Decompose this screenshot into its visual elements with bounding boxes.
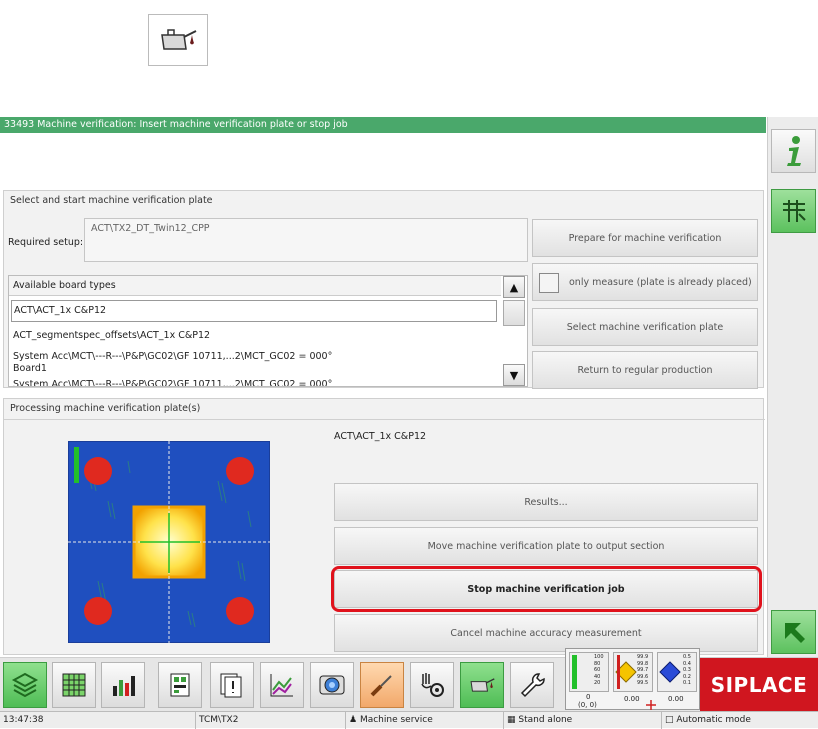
task-button-verification[interactable] bbox=[460, 662, 504, 708]
auto-mode-icon: □ bbox=[665, 715, 674, 725]
task-button-grid[interactable] bbox=[52, 662, 96, 708]
next-step-button[interactable] bbox=[771, 610, 816, 654]
wrench-icon bbox=[520, 673, 545, 698]
task-button-production[interactable] bbox=[3, 662, 47, 708]
taskbar: 100 80 60 40 20 99.9 99.8 99.7 99.6 99.5… bbox=[0, 648, 818, 711]
task-button-settings[interactable] bbox=[410, 662, 454, 708]
gauge-c-value: 0.00 bbox=[668, 695, 684, 703]
only-measure-label: only measure (plate is already placed) bbox=[569, 276, 752, 288]
trend-chart-icon bbox=[270, 674, 293, 697]
gauge-coords: (0, 0) bbox=[578, 701, 597, 709]
board-grid-icon bbox=[782, 200, 806, 222]
task-button-board[interactable] bbox=[158, 662, 202, 708]
list-item[interactable]: ACT\ACT_1x C&P12 bbox=[11, 300, 497, 322]
right-rail bbox=[767, 117, 818, 657]
processing-panel: Processing machine verification plate(s)… bbox=[3, 398, 765, 655]
gauge-a: 100 80 60 40 20 bbox=[569, 652, 609, 692]
list-item[interactable]: System Acc\MCT\---R---\P&P\GC02\GF 10711… bbox=[11, 379, 525, 386]
return-production-button[interactable]: Return to regular production bbox=[532, 351, 758, 389]
required-setup-label: Required setup: bbox=[8, 237, 84, 248]
stack-icon bbox=[11, 672, 39, 698]
oil-can-icon bbox=[148, 14, 208, 66]
person-icon: ♟ bbox=[349, 715, 358, 725]
list-item[interactable]: ACT_segmentspec_offsets\ACT_1x C&P12 bbox=[11, 330, 525, 341]
list-item[interactable]: Board1 bbox=[11, 363, 525, 374]
prepare-verification-button[interactable]: Prepare for machine verification bbox=[532, 219, 758, 257]
task-button-documents[interactable] bbox=[210, 662, 254, 708]
triangle-down-icon: ▼ bbox=[509, 368, 519, 382]
only-measure-checkbox[interactable] bbox=[539, 273, 559, 293]
diamond-blue-icon bbox=[659, 661, 681, 683]
building-icon: ▦ bbox=[507, 715, 516, 725]
scroll-thumb[interactable] bbox=[503, 300, 525, 326]
select-plate-button[interactable]: Select machine verification plate bbox=[532, 308, 758, 346]
triangle-up-icon: ▲ bbox=[509, 280, 519, 294]
status-automatic-mode: □ Automatic mode bbox=[665, 715, 751, 725]
quality-gauges: 100 80 60 40 20 99.9 99.8 99.7 99.6 99.5… bbox=[565, 648, 700, 710]
arrow-down-right-icon bbox=[784, 623, 805, 643]
processing-panel-title: Processing machine verification plate(s) bbox=[10, 403, 201, 414]
oil-can-icon bbox=[470, 678, 495, 692]
results-button[interactable]: Results... bbox=[334, 483, 758, 521]
list-item[interactable]: System Acc\MCT\---R---\P&P\GC02\GF 10711… bbox=[11, 351, 525, 362]
board-types-header: Available board types bbox=[9, 276, 501, 296]
scroll-down-button[interactable]: ▼ bbox=[503, 364, 525, 386]
hand-gear-icon bbox=[421, 673, 444, 697]
info-button[interactable] bbox=[771, 129, 816, 173]
current-board-label: ACT\ACT_1x C&P12 bbox=[334, 431, 427, 442]
task-button-service[interactable] bbox=[510, 662, 554, 708]
board-layout-button[interactable] bbox=[771, 189, 816, 233]
scroll-up-button[interactable]: ▲ bbox=[503, 276, 525, 298]
gauge-a-value: 0 bbox=[586, 693, 591, 701]
message-bar: 33493 Machine verification: Insert machi… bbox=[0, 117, 766, 133]
camera-lens-icon bbox=[319, 675, 345, 695]
info-icon bbox=[786, 136, 801, 166]
grid-icon bbox=[62, 673, 86, 697]
select-panel-title: Select and start machine verification pl… bbox=[10, 195, 213, 206]
gauge-b: 99.9 99.8 99.7 99.6 99.5 bbox=[613, 652, 653, 692]
only-measure-checkbox-row[interactable]: only measure (plate is already placed) bbox=[532, 263, 758, 301]
required-setup-field: ACT\TX2_DT_Twin12_CPP bbox=[84, 218, 528, 262]
siplace-logo: SIPLACE bbox=[700, 658, 818, 711]
status-bar: 13:47:38 TCM\TX2 ♟ Machine service ▦ Sta… bbox=[0, 711, 818, 729]
verification-plate-image bbox=[67, 440, 271, 644]
cancel-measurement-button[interactable]: Cancel machine accuracy measurement bbox=[334, 614, 758, 652]
gauge-c: 0.5 0.4 0.3 0.2 0.1 bbox=[657, 652, 697, 692]
task-button-camera[interactable] bbox=[310, 662, 354, 708]
task-button-tools[interactable] bbox=[360, 662, 404, 708]
status-machine-service: ♟ Machine service bbox=[346, 712, 504, 729]
board-types-list[interactable]: Available board types ACT\ACT_1x C&P12 A… bbox=[8, 275, 528, 387]
screwdriver-icon bbox=[370, 675, 392, 697]
task-button-trend[interactable] bbox=[260, 662, 304, 708]
status-time: 13:47:38 bbox=[0, 712, 196, 729]
move-plate-button[interactable]: Move machine verification plate to outpu… bbox=[334, 527, 758, 565]
crosshair-icon bbox=[646, 700, 656, 710]
status-station: TCM\TX2 bbox=[196, 712, 346, 729]
task-button-statistics[interactable] bbox=[101, 662, 145, 708]
select-panel: Select and start machine verification pl… bbox=[3, 190, 764, 389]
bar-chart-icon bbox=[113, 676, 135, 696]
status-stand-alone: ▦ Stand alone bbox=[504, 712, 662, 729]
gauge-b-value: 0.00 bbox=[624, 695, 640, 703]
documents-alert-icon bbox=[220, 673, 242, 698]
divider bbox=[4, 419, 765, 420]
circuit-board-icon bbox=[170, 673, 190, 697]
gauge-a-bar bbox=[572, 655, 577, 689]
stop-button-highlight bbox=[331, 566, 762, 612]
